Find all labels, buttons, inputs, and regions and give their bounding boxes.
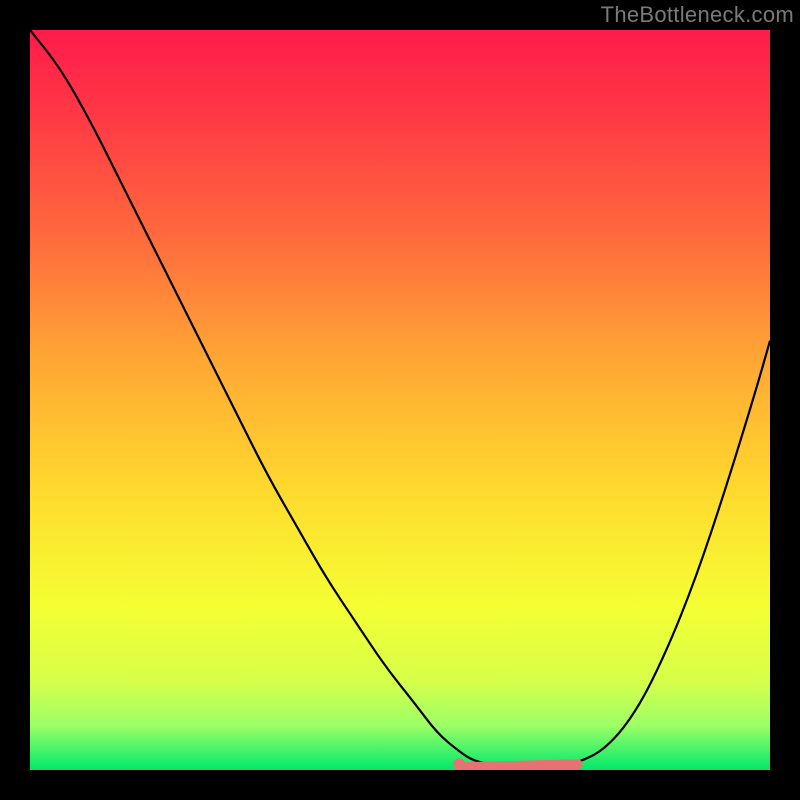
optimal-range-highlight	[459, 764, 577, 767]
chart-frame: TheBottleneck.com	[0, 0, 800, 800]
watermark-label: TheBottleneck.com	[601, 2, 794, 28]
gradient-background	[30, 30, 770, 770]
plot-svg	[30, 30, 770, 770]
optimal-range-marker	[453, 758, 465, 770]
bottleneck-curve-plot	[30, 30, 770, 770]
